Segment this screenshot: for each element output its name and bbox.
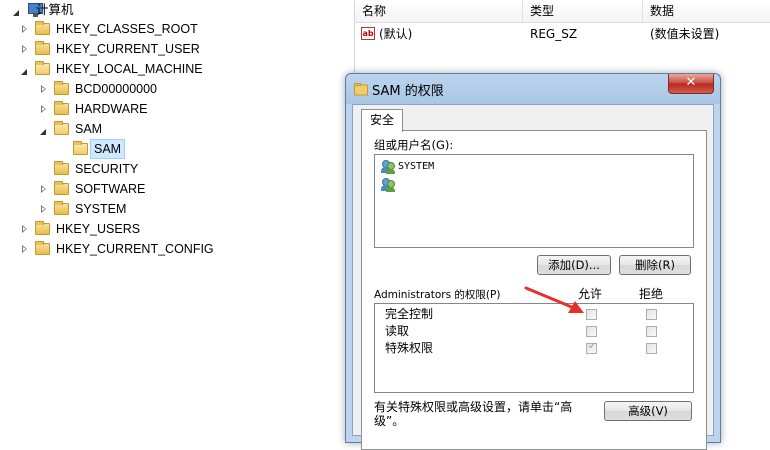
- group-users-label: 组或用户名(G):: [374, 138, 454, 152]
- advanced-button[interactable]: 高级(V): [604, 401, 692, 421]
- user-group-icon: [380, 159, 395, 174]
- column-header-type[interactable]: 类型: [523, 0, 643, 22]
- tree-node-label: SAM: [90, 139, 126, 159]
- expand-arrow-icon[interactable]: [39, 179, 49, 199]
- tree-node-label: BCD00000000: [75, 82, 158, 96]
- tree-node-label: HKEY_USERS: [56, 222, 141, 236]
- deny-full-control-checkbox[interactable]: [646, 309, 657, 320]
- folder-icon: [54, 181, 69, 195]
- collapse-arrow-icon[interactable]: [20, 59, 30, 79]
- tab-security[interactable]: 安全: [361, 109, 403, 132]
- expand-arrow-icon[interactable]: [39, 199, 49, 219]
- expand-arrow-icon[interactable]: [39, 79, 49, 99]
- user-name: Administrators (WIN-E7MM9OERBMD\Administ…: [398, 179, 681, 190]
- user-name: SYSTEM: [398, 161, 435, 172]
- table-row[interactable]: ab (默认) REG_SZ (数值未设置): [355, 24, 770, 44]
- deny-special-checkbox[interactable]: [646, 343, 657, 354]
- tree-node-label: HKEY_CURRENT_CONFIG: [56, 242, 214, 256]
- allow-special-checkbox[interactable]: [586, 341, 597, 354]
- permission-label: 完全控制: [385, 307, 434, 321]
- remove-button[interactable]: 删除(R): [619, 255, 691, 275]
- collapse-arrow-icon[interactable]: [12, 0, 22, 20]
- expand-arrow-icon[interactable]: [20, 39, 30, 59]
- tree-node-label: HKEY_LOCAL_MACHINE: [56, 62, 203, 76]
- folder-open-icon: [54, 121, 69, 135]
- value-type: REG_SZ: [530, 27, 578, 41]
- tree-node-label: SAM: [75, 122, 103, 136]
- expand-arrow-icon[interactable]: [20, 219, 30, 239]
- expand-arrow-icon[interactable]: [39, 99, 49, 119]
- folder-icon: [35, 21, 50, 35]
- tree-node-label: 计算机: [36, 3, 74, 17]
- column-header-name[interactable]: 名称: [355, 0, 523, 22]
- folder-icon: [35, 241, 50, 255]
- list-header: 名称 类型 数据: [355, 0, 770, 23]
- expand-arrow-icon[interactable]: [20, 239, 30, 259]
- add-button[interactable]: 添加(D)...: [537, 255, 611, 275]
- folder-icon: [54, 201, 69, 215]
- permission-label: 特殊权限: [385, 341, 434, 355]
- close-button[interactable]: ✕: [668, 74, 714, 94]
- allow-read-checkbox[interactable]: [586, 326, 597, 337]
- permissions-title: Administrators 的权限(P): [374, 289, 501, 301]
- folder-icon: [354, 83, 368, 96]
- folder-icon: [35, 41, 50, 55]
- tree-node-label: HARDWARE: [75, 102, 148, 116]
- collapse-arrow-icon[interactable]: [39, 119, 49, 139]
- tree-node-label: SECURITY: [75, 162, 139, 176]
- registry-tree: 计算机 HKEY_CLASSES_ROOT HKEY_CURRENT_USER …: [0, 0, 352, 428]
- tree-node-label: HKEY_CURRENT_USER: [56, 42, 200, 56]
- permission-row: 读取: [385, 323, 409, 340]
- value-name: (默认): [379, 27, 413, 41]
- allow-column-label: 允许: [578, 287, 603, 301]
- users-listbox[interactable]: SYSTEM Administrators (WIN-E7MM9OERBMD\A…: [374, 154, 694, 248]
- folder-open-icon: [35, 61, 50, 75]
- allow-full-control-checkbox[interactable]: [586, 309, 597, 320]
- advanced-hint-text: 有关特殊权限或高级设置，请单击“高级”。: [374, 400, 573, 428]
- deny-read-checkbox[interactable]: [646, 326, 657, 337]
- folder-icon: [35, 221, 50, 235]
- deny-column-label: 拒绝: [639, 287, 664, 301]
- tree-node-label: HKEY_CLASSES_ROOT: [56, 22, 198, 36]
- value-data: (数值未设置): [650, 27, 720, 41]
- permission-row: 特殊权限: [385, 340, 433, 357]
- tree-node-label: SOFTWARE: [75, 182, 146, 196]
- folder-icon: [54, 161, 69, 175]
- tree-node-label: SYSTEM: [75, 202, 127, 216]
- permission-row: 完全控制: [385, 306, 433, 323]
- folder-icon: [54, 81, 69, 95]
- dialog-title: SAM 的权限: [372, 84, 444, 99]
- expand-arrow-icon[interactable]: [20, 19, 30, 39]
- user-group-icon: [380, 177, 395, 192]
- permission-label: 读取: [385, 324, 410, 338]
- permissions-list: 完全控制 读取 特殊权限: [374, 303, 694, 393]
- column-header-data[interactable]: 数据: [643, 0, 770, 22]
- folder-icon: [54, 101, 69, 115]
- folder-open-icon: [73, 141, 88, 155]
